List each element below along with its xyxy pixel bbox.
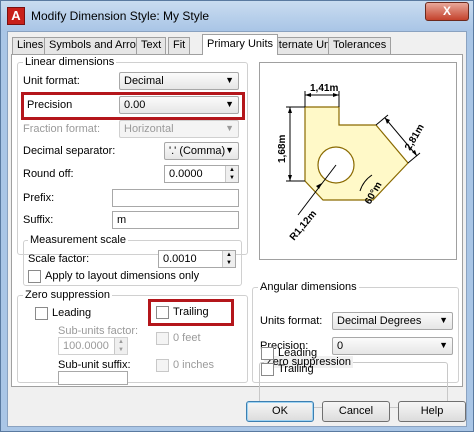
apply-layout-checkbox[interactable]	[28, 270, 41, 283]
tab-tolerances[interactable]: Tolerances	[328, 37, 392, 54]
unit-format-label: Unit format:	[23, 75, 80, 87]
precision-label: Precision	[27, 99, 73, 111]
suffix-input[interactable]: m	[112, 211, 239, 229]
dropdown-arrow-icon: ▼	[225, 123, 234, 133]
fraction-format-label: Fraction format:	[23, 123, 101, 135]
dimension-preview: 1,41m 1,68m 2,81m 60°m R1,12m	[259, 62, 457, 260]
dropdown-arrow-icon: ▼	[225, 145, 234, 155]
dropdown-arrow-icon: ▼	[225, 99, 234, 109]
leading-checkbox[interactable]	[35, 307, 48, 320]
window-title: Modify Dimension Style: My Style	[31, 9, 210, 23]
dropdown-arrow-icon: ▼	[439, 340, 448, 350]
dialog-window: A Modify Dimension Style: My Style X Lin…	[0, 0, 474, 432]
round-off-value: 0.0000	[169, 168, 203, 180]
zero-feet-label: 0 feet	[173, 332, 201, 344]
unit-format-select[interactable]: Decimal ▼	[119, 72, 239, 90]
scale-factor-value: 0.0010	[163, 253, 197, 265]
autocad-app-icon: A	[7, 7, 25, 25]
dim-left-text: 1,68m	[277, 135, 288, 163]
decimal-separator-select[interactable]: '.' (Comma) ▼	[164, 142, 239, 160]
fraction-format-select[interactable]: Horizontal ▼	[119, 120, 239, 138]
ok-button[interactable]: OK	[246, 401, 314, 422]
close-button[interactable]: X	[425, 2, 469, 21]
zero-inches-checkbox[interactable]	[156, 359, 169, 372]
spinner-arrows-icon[interactable]: ▲ ▼	[222, 251, 235, 267]
measurement-scale-title: Measurement scale	[28, 234, 128, 246]
trailing-label: Trailing	[173, 306, 209, 318]
prefix-input[interactable]	[112, 189, 239, 207]
unit-format-value: Decimal	[124, 75, 164, 87]
tab-text[interactable]: Text	[136, 37, 167, 54]
linear-dimensions-title: Linear dimensions	[23, 56, 117, 68]
sub-units-factor-value: 100.0000	[63, 340, 109, 352]
angular-leading-label: Leading	[278, 347, 318, 359]
decimal-separator-label: Decimal separator:	[23, 145, 116, 157]
round-off-spinner[interactable]: 0.0000 ▲ ▼	[164, 165, 239, 183]
cancel-button[interactable]: Cancel	[322, 401, 390, 422]
scale-factor-label: Scale factor:	[28, 253, 90, 265]
zero-feet-checkbox[interactable]	[156, 332, 169, 345]
round-off-label: Round off:	[23, 168, 74, 180]
dim-top-text: 1,41m	[310, 83, 338, 94]
angular-precision-select[interactable]: 0 ▼	[332, 337, 453, 355]
fraction-format-value: Horizontal	[124, 123, 174, 135]
trailing-checkbox[interactable]	[156, 306, 169, 319]
angular-units-format-label: Units format:	[260, 315, 323, 327]
spinner-arrows-icon[interactable]: ▲ ▼	[114, 338, 127, 354]
tab-page-primary-units: Linear dimensions Unit format: Decimal ▼…	[11, 54, 463, 387]
dropdown-arrow-icon: ▼	[225, 75, 234, 85]
dim-radius-text: R1,12m	[288, 209, 319, 243]
angular-leading-checkbox[interactable]	[261, 347, 274, 360]
zero-inches-label: 0 inches	[173, 359, 214, 371]
title-bar[interactable]: A Modify Dimension Style: My Style X	[1, 1, 473, 31]
sub-units-factor-label: Sub-units factor:	[58, 325, 139, 337]
tab-lines[interactable]: Lines	[12, 37, 49, 54]
apply-layout-label: Apply to layout dimensions only	[45, 270, 200, 282]
suffix-value: m	[117, 214, 127, 226]
prefix-label: Prefix:	[23, 192, 55, 204]
leading-label: Leading	[52, 307, 92, 319]
suffix-label: Suffix:	[23, 214, 54, 226]
sub-units-factor-spinner[interactable]: 100.0000 ▲ ▼	[58, 337, 128, 355]
scale-factor-spinner[interactable]: 0.0010 ▲ ▼	[158, 250, 236, 268]
dropdown-arrow-icon: ▼	[439, 315, 448, 325]
decimal-separator-value: '.' (Comma)	[169, 145, 226, 157]
sub-unit-suffix-input[interactable]	[58, 371, 128, 385]
tab-fit[interactable]: Fit	[168, 37, 191, 54]
spinner-arrows-icon[interactable]: ▲ ▼	[225, 166, 238, 182]
angular-trailing-label: Trailing	[278, 363, 314, 375]
angular-units-format-select[interactable]: Decimal Degrees ▼	[332, 312, 453, 330]
dim-right-text: 2,81m	[403, 122, 427, 152]
angular-precision-value: 0	[337, 340, 344, 352]
angular-dimensions-title: Angular dimensions	[258, 281, 359, 293]
help-button[interactable]: Help	[398, 401, 466, 422]
angular-units-format-value: Decimal Degrees	[337, 315, 422, 327]
sub-unit-suffix-label: Sub-unit suffix:	[58, 359, 131, 371]
precision-value: 0.00	[124, 99, 146, 111]
zero-suppression-title: Zero suppression	[23, 289, 112, 301]
precision-select[interactable]: 0.00 ▼	[119, 96, 239, 114]
preview-drawing: 1,41m 1,68m 2,81m 60°m R1,12m	[277, 83, 427, 243]
tab-primary-units[interactable]: Primary Units	[202, 34, 279, 55]
angular-trailing-checkbox[interactable]	[261, 363, 274, 376]
dialog-client-area: Lines Symbols and Arrows Text Fit Primar…	[7, 31, 467, 427]
